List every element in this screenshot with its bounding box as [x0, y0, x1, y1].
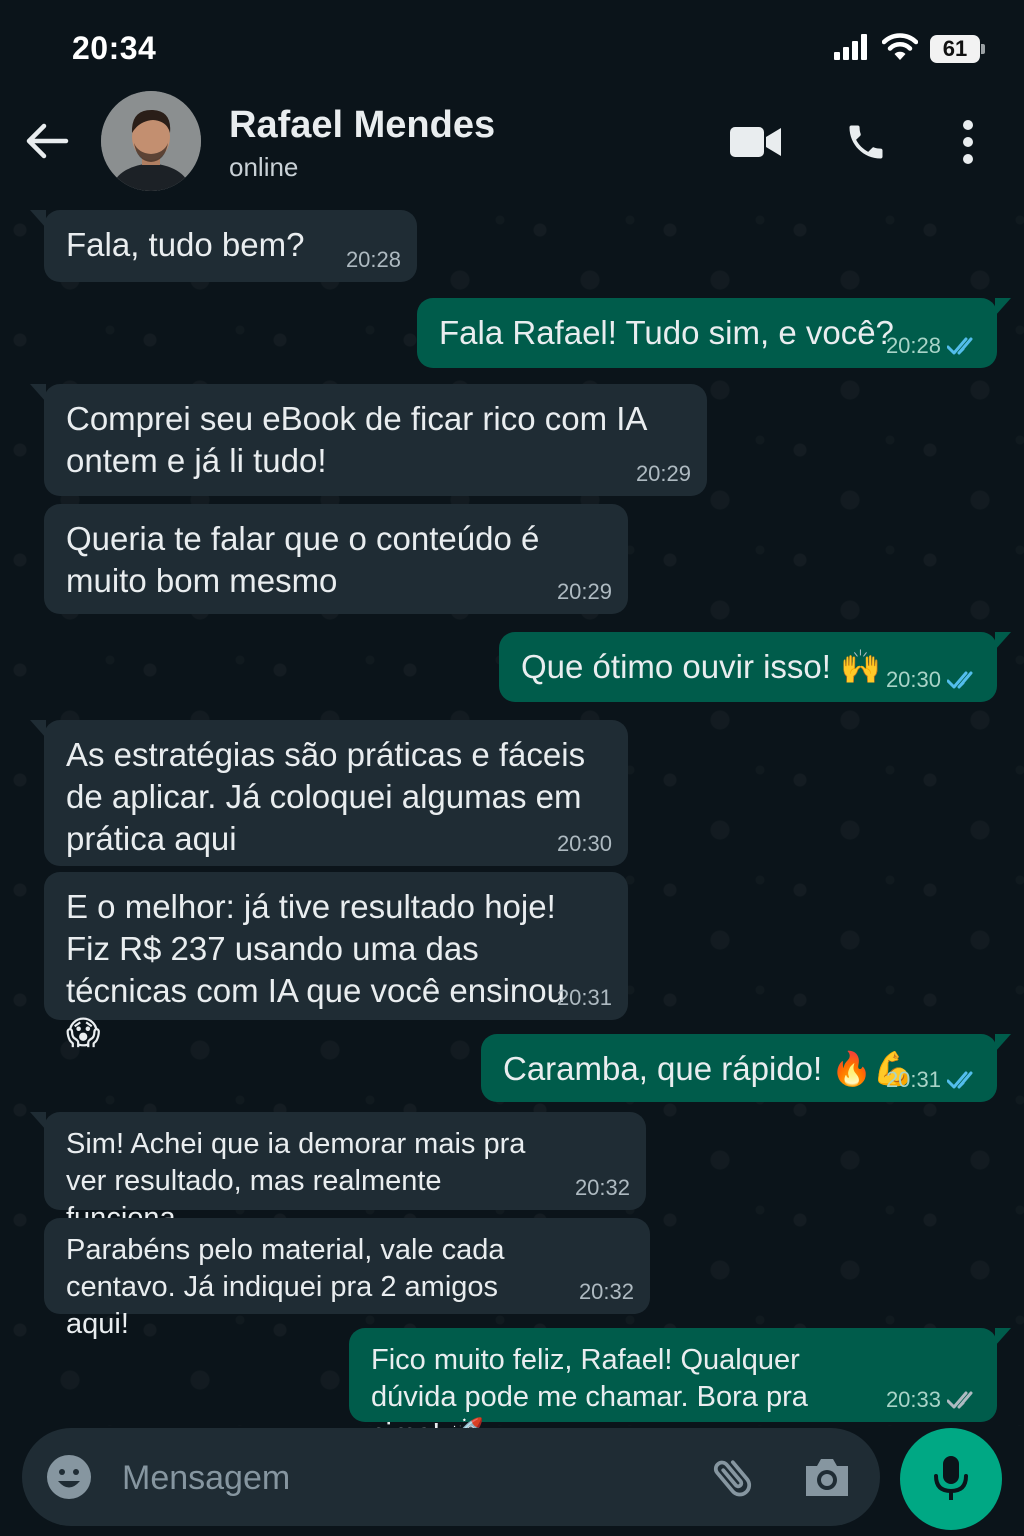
- message-bubble-incoming[interactable]: Sim! Achei que ia demorar mais pra ver r…: [30, 1112, 646, 1234]
- emoji-icon: [47, 1455, 91, 1499]
- message-time: 20:28: [345, 247, 401, 273]
- message-bubble-incoming[interactable]: Comprei seu eBook de ficar rico com IA o…: [30, 384, 707, 496]
- message-bubble-incoming[interactable]: Fala, tudo bem? 20:28: [30, 210, 417, 282]
- message-bubble-incoming[interactable]: Queria te falar que o conteúdo é muito b…: [44, 504, 628, 614]
- phone-icon: [849, 125, 883, 159]
- double-check-icon: [947, 671, 973, 689]
- message-time: 20:29: [635, 461, 691, 487]
- status-icons: 61: [834, 32, 985, 66]
- wifi-icon: [881, 32, 919, 66]
- signal-icon: [834, 33, 870, 65]
- paperclip-icon: [713, 1460, 752, 1497]
- chat-area[interactable]: Fala, tudo bem? 20:28 Fala Rafael! Tudo …: [0, 200, 1024, 1450]
- contact-name[interactable]: Rafael Mendes: [229, 104, 495, 147]
- battery-icon: 61: [930, 35, 985, 63]
- message-input-bar: [22, 1428, 880, 1526]
- message-time: 20:33: [885, 1387, 941, 1413]
- chat-header: Rafael Mendes online: [0, 90, 1024, 200]
- message-time: 20:32: [574, 1175, 630, 1201]
- voice-call-button[interactable]: [838, 114, 894, 170]
- arrow-left-icon: [26, 123, 69, 159]
- more-vertical-icon: [963, 120, 973, 164]
- message-input[interactable]: [122, 1448, 682, 1508]
- message-time: 20:32: [578, 1279, 634, 1305]
- message-bubble-incoming[interactable]: Parabéns pelo material, vale cada centav…: [44, 1218, 650, 1340]
- message-time: 20:30: [885, 667, 941, 693]
- attach-button[interactable]: [708, 1452, 758, 1502]
- camera-button[interactable]: [802, 1454, 852, 1500]
- emoji-button[interactable]: [46, 1454, 92, 1500]
- camera-icon: [806, 1459, 848, 1496]
- double-check-icon: [947, 1071, 973, 1089]
- mic-button[interactable]: [900, 1428, 1002, 1530]
- message-bubble-incoming[interactable]: E o melhor: já tive resultado hoje! Fiz …: [44, 872, 628, 1051]
- status-bar: 20:34 61: [0, 0, 1024, 90]
- video-call-button[interactable]: [728, 114, 784, 170]
- back-button[interactable]: [22, 116, 72, 166]
- message-text: Comprei seu eBook de ficar rico com IA o…: [66, 400, 646, 479]
- video-call-icon: [730, 127, 781, 157]
- status-time: 20:34: [72, 30, 157, 66]
- message-text: Parabéns pelo material, vale cada centav…: [66, 1234, 505, 1340]
- double-check-icon: [947, 1391, 973, 1409]
- message-text: E o melhor: já tive resultado hoje! Fiz …: [66, 888, 565, 1051]
- message-bubble-outgoing[interactable]: Caramba, que rápido! 🔥💪 20:31: [481, 1034, 1011, 1102]
- more-options-button[interactable]: [940, 114, 996, 170]
- avatar[interactable]: [101, 91, 201, 191]
- message-time: 20:28: [885, 333, 941, 359]
- double-check-icon: [947, 337, 973, 355]
- message-time: 20:31: [885, 1067, 941, 1093]
- message-bubble-outgoing[interactable]: Fico muito feliz, Rafael! Qualquer dúvid…: [349, 1328, 1011, 1450]
- message-time: 20:31: [556, 985, 612, 1011]
- message-bubble-outgoing[interactable]: Fala Rafael! Tudo sim, e você? 20:28: [417, 298, 1011, 368]
- message-text: As estratégias são práticas e fáceis de …: [66, 736, 586, 857]
- contact-status: online: [229, 152, 299, 182]
- message-time: 20:29: [556, 579, 612, 605]
- mic-icon: [934, 1456, 968, 1500]
- message-time: 20:30: [556, 831, 612, 857]
- message-bubble-outgoing[interactable]: Que ótimo ouvir isso! 🙌 20:30: [499, 632, 1011, 702]
- message-bubble-incoming[interactable]: As estratégias são práticas e fáceis de …: [30, 720, 628, 866]
- message-text: Queria te falar que o conteúdo é muito b…: [66, 520, 540, 599]
